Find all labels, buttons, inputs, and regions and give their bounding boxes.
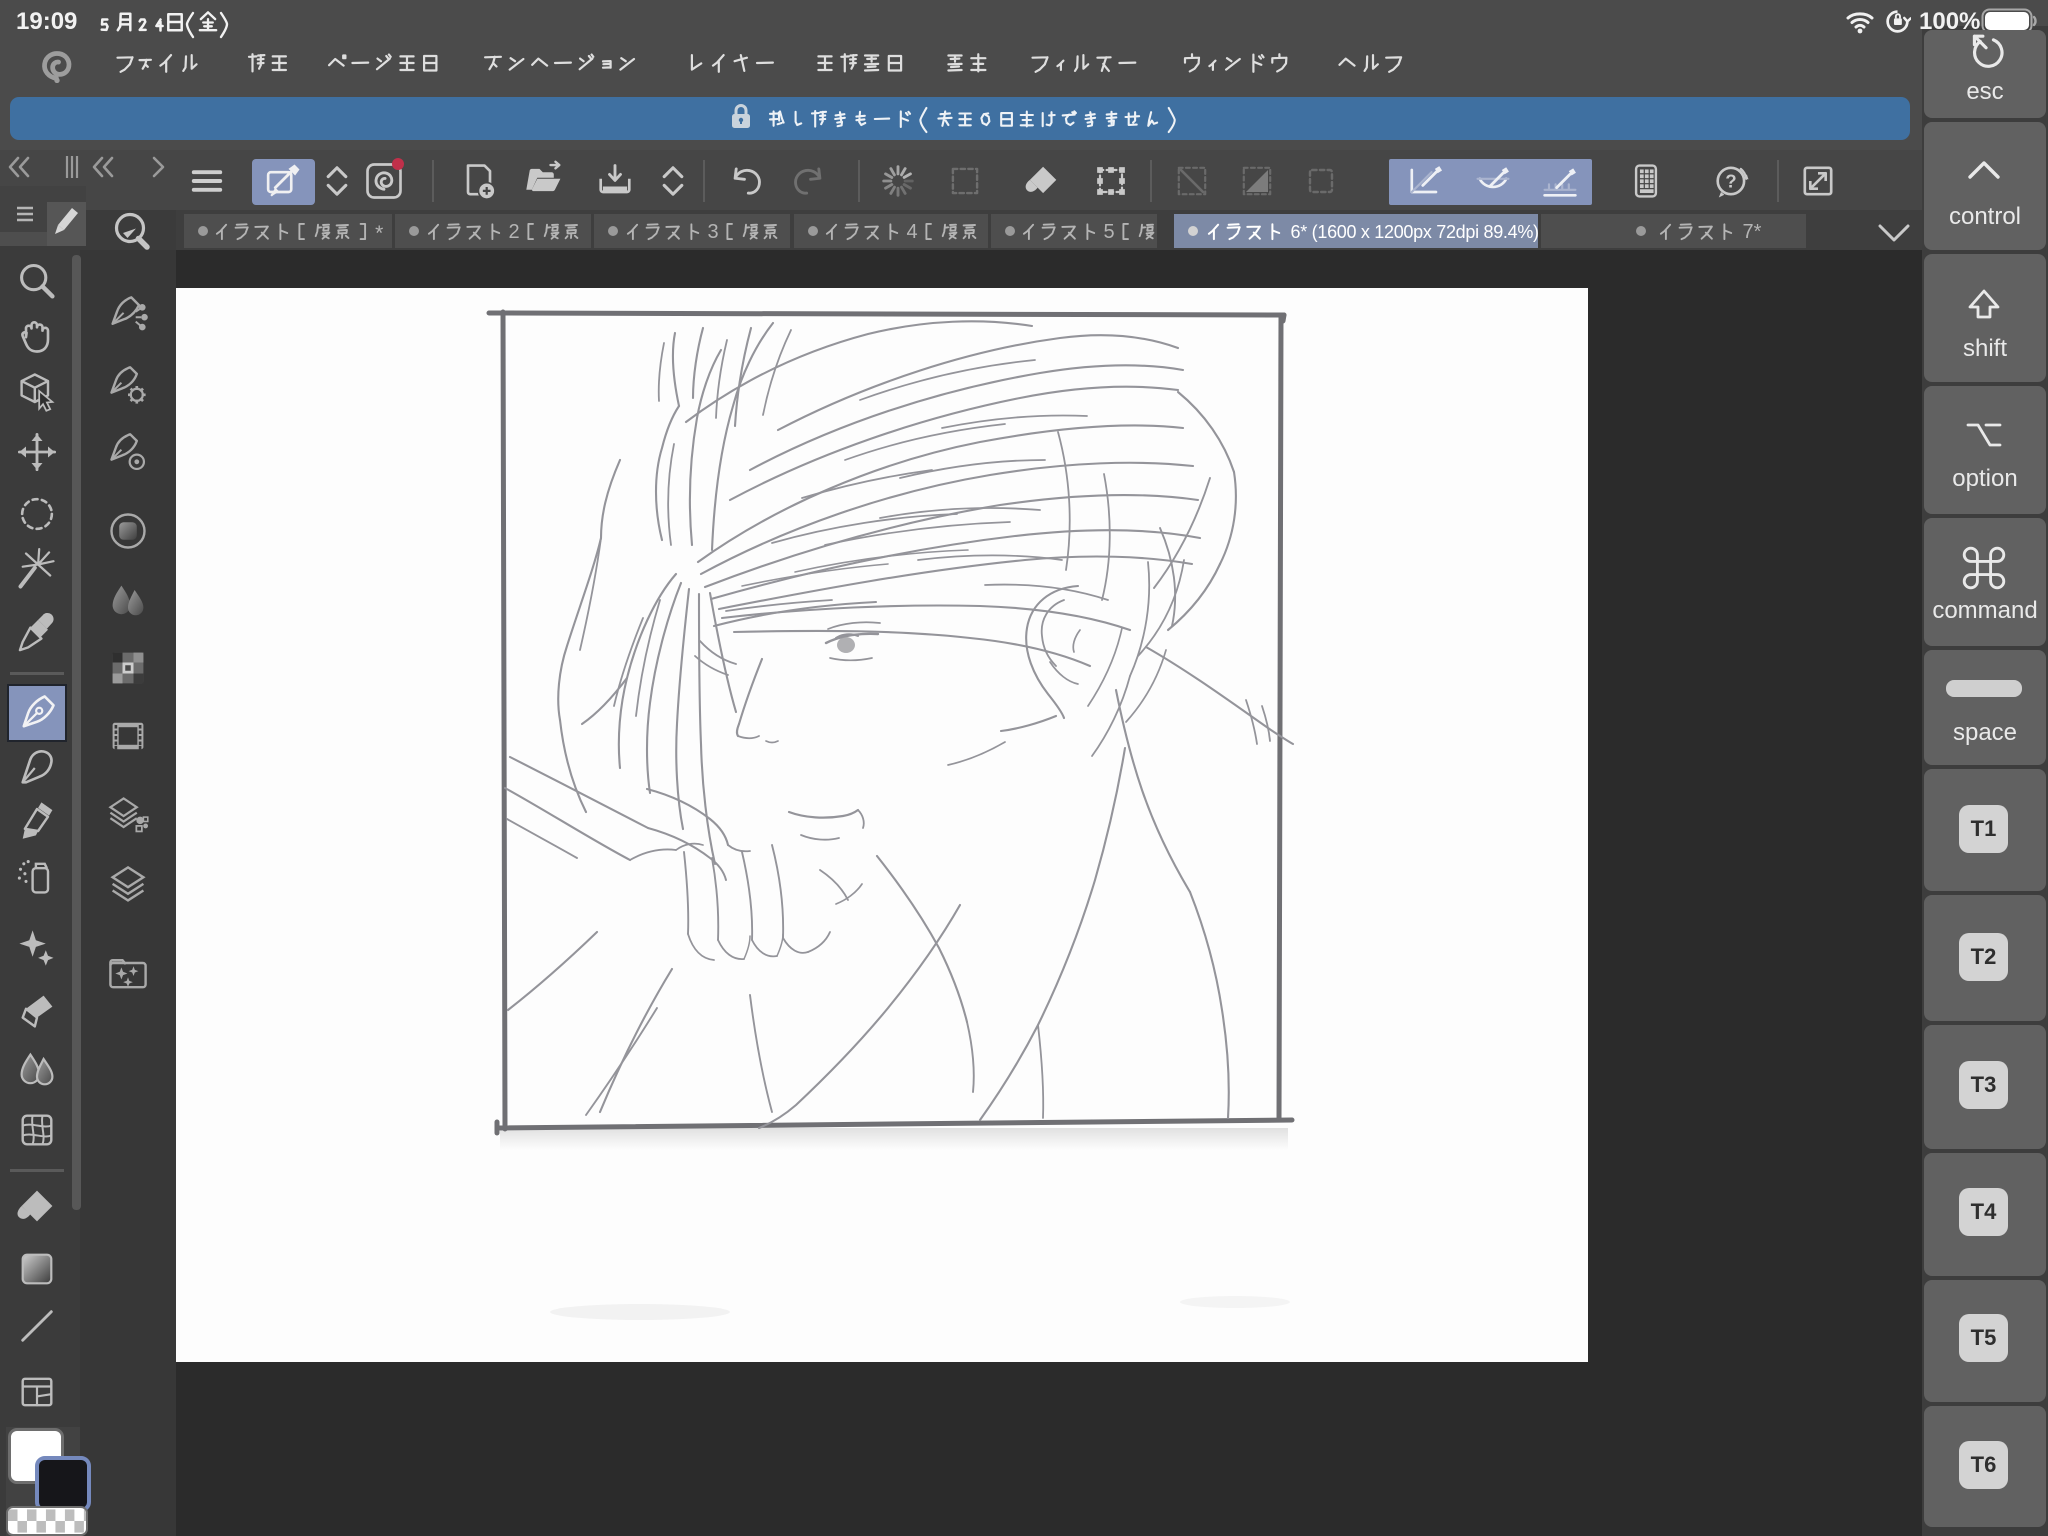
svg-text:7*: 7* [1743,221,1762,243]
svg-text:5: 5 [1104,221,1115,243]
svg-text:*: * [375,222,383,245]
svg-text:6* (1600 x 1200px 72dpi 89.4%): 6* (1600 x 1200px 72dpi 89.4%) [1291,222,1539,242]
svg-text:3: 3 [708,221,719,243]
svg-text:2: 2 [509,221,520,243]
svg-text:4: 4 [907,221,918,243]
